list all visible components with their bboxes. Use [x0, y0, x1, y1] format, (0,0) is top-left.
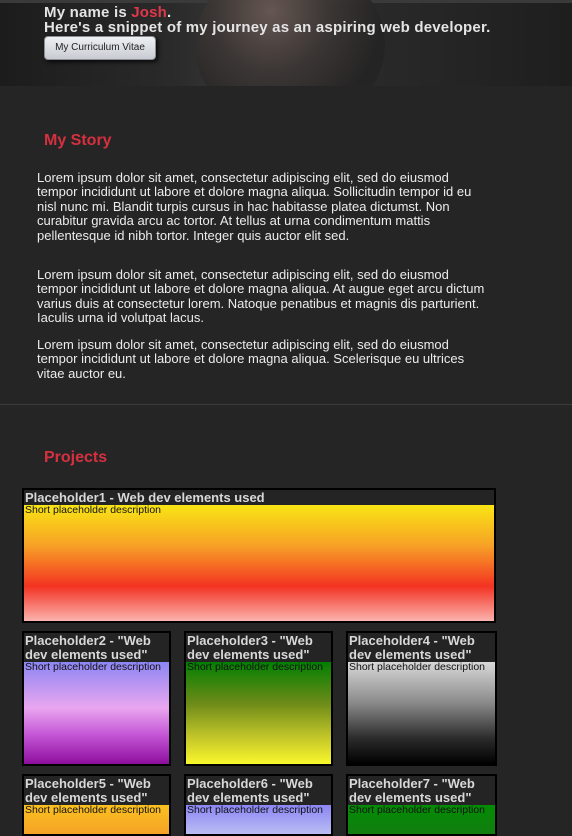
project-description: Short placeholder description [187, 661, 323, 673]
project-preview: Short placeholder description [348, 805, 495, 834]
project-preview: Short placeholder description [348, 662, 495, 764]
curriculum-vitae-button[interactable]: My Curriculum Vitae [44, 36, 156, 60]
project-card-5[interactable]: Placeholder5 - "Web dev elements used" S… [22, 774, 171, 836]
project-title: Placeholder4 - "Web dev elements used" [348, 633, 495, 662]
project-description: Short placeholder description [187, 804, 323, 816]
project-preview: Short placeholder description [24, 505, 494, 621]
project-title: Placeholder6 - "Web dev elements used" [186, 776, 331, 805]
projects-heading: Projects [44, 449, 108, 466]
story-heading: My Story [44, 132, 112, 149]
project-card-4[interactable]: Placeholder4 - "Web dev elements used" S… [346, 631, 497, 766]
story-paragraph-1: Lorem ipsum dolor sit amet, consectetur … [37, 170, 472, 243]
story-paragraph-2: Lorem ipsum dolor sit amet, consectetur … [37, 267, 485, 326]
project-card-1[interactable]: Placeholder1 - Web dev elements used Sho… [22, 488, 496, 623]
project-description: Short placeholder description [349, 661, 485, 673]
project-card-7[interactable]: Placeholder7 - "Web dev elements used" S… [346, 774, 497, 836]
project-card-6[interactable]: Placeholder6 - "Web dev elements used" S… [184, 774, 333, 836]
story-paragraph-3: Lorem ipsum dolor sit amet, consectetur … [37, 337, 465, 381]
hero-banner: My name is Josh. Here's a snippet of my … [0, 0, 572, 86]
project-description: Short placeholder description [25, 661, 161, 673]
profile-photo [195, 0, 385, 86]
project-title: Placeholder1 - Web dev elements used [24, 490, 494, 505]
project-description: Short placeholder description [349, 804, 485, 816]
project-card-3[interactable]: Placeholder3 - "Web dev elements used" S… [184, 631, 333, 766]
project-preview: Short placeholder description [24, 805, 169, 834]
project-title: Placeholder7 - "Web dev elements used" [348, 776, 495, 805]
intro-tagline: Here's a snippet of my journey as an asp… [44, 19, 491, 36]
project-title: Placeholder3 - "Web dev elements used" [186, 633, 331, 662]
project-description: Short placeholder description [25, 804, 161, 816]
project-preview: Short placeholder description [186, 662, 331, 764]
project-description: Short placeholder description [25, 504, 161, 516]
project-card-2[interactable]: Placeholder2 - "Web dev elements used" S… [22, 631, 171, 766]
project-preview: Short placeholder description [186, 805, 331, 834]
project-title: Placeholder5 - "Web dev elements used" [24, 776, 169, 805]
project-title: Placeholder2 - "Web dev elements used" [24, 633, 169, 662]
project-preview: Short placeholder description [24, 662, 169, 764]
section-divider [0, 404, 572, 405]
